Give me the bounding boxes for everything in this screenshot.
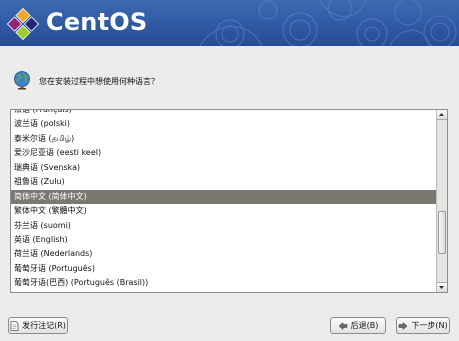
language-option-selected[interactable]: 简体中文 (简体中文) xyxy=(11,189,438,205)
prompt-question: 您在安装过程中想使用何种语言？ xyxy=(39,77,159,86)
language-option[interactable]: 波兰语 (polski) xyxy=(11,117,438,131)
header-banner: CentOS xyxy=(0,0,459,46)
chevron-down-icon xyxy=(439,286,444,289)
language-option[interactable]: 葡萄牙语 (Português) xyxy=(11,262,438,276)
language-option[interactable]: 祖鲁语 (Zulu) xyxy=(11,175,438,189)
language-option[interactable]: 法语 (Français) xyxy=(11,110,438,117)
document-icon xyxy=(10,320,19,331)
brand-name: CentOS xyxy=(46,8,148,36)
arrow-left-icon xyxy=(338,321,347,330)
list-scrollbar[interactable] xyxy=(436,110,447,292)
arrow-right-icon xyxy=(399,321,408,330)
language-option[interactable]: 瑞典语 (Svenska) xyxy=(11,161,438,175)
release-notes-button[interactable]: 发行注记(R) xyxy=(8,317,68,334)
chevron-up-icon xyxy=(439,113,444,116)
centos-logo-icon xyxy=(6,7,40,41)
language-option[interactable]: 荷兰语 (Nederlands) xyxy=(11,247,438,261)
language-list[interactable]: 法语 (Français) 波兰语 (polski) 泰米尔语 (தமிழ்) … xyxy=(10,109,448,293)
release-notes-label: 发行注记(R) xyxy=(22,321,66,330)
language-option[interactable]: 英语 (English) xyxy=(11,233,438,247)
language-option[interactable]: 爱沙尼亚语 (eesti keel) xyxy=(11,146,438,160)
next-button[interactable]: 下一步(N) xyxy=(396,317,450,334)
language-option[interactable]: 芬兰语 (suomi) xyxy=(11,219,438,233)
back-label: 后退(B) xyxy=(350,321,379,330)
scroll-down-button[interactable] xyxy=(437,282,447,292)
globe-icon xyxy=(14,71,30,90)
next-label: 下一步(N) xyxy=(411,321,448,330)
language-option[interactable]: 泰米尔语 (தமிழ்) xyxy=(11,132,438,146)
scrollbar-thumb[interactable] xyxy=(438,211,446,254)
language-list-items: 法语 (Français) 波兰语 (polski) 泰米尔语 (தமிழ்) … xyxy=(11,110,438,291)
language-option[interactable]: 葡萄牙语(巴西) (Português (Brasil)) xyxy=(11,276,438,290)
scroll-up-button[interactable] xyxy=(437,110,447,120)
language-option[interactable]: 繁体中文 (繁體中文) xyxy=(11,204,438,218)
back-button[interactable]: 后退(B) xyxy=(330,317,386,334)
